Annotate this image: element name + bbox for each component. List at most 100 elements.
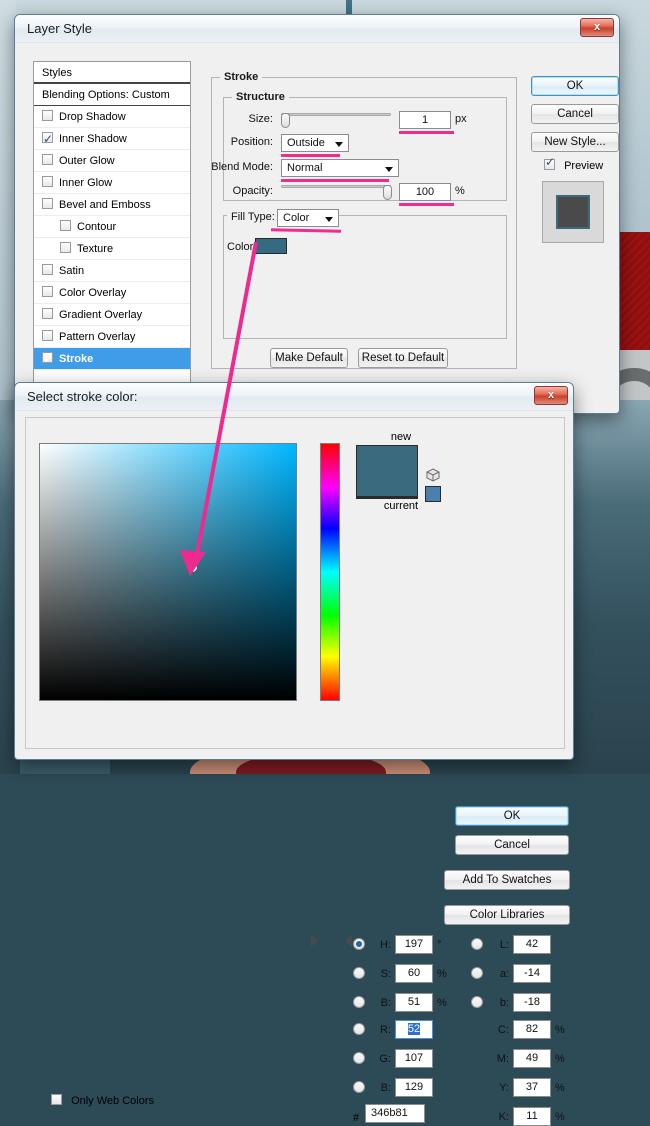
effect-checkbox[interactable]	[42, 352, 53, 363]
effect-label: Bevel and Emboss	[59, 199, 151, 211]
style-effect-row[interactable]: Outer Glow	[34, 150, 190, 172]
color-mode-radio[interactable]	[353, 1081, 365, 1093]
effect-checkbox[interactable]	[42, 176, 53, 187]
color-channel-input[interactable]: -18	[513, 993, 551, 1012]
size-label: Size:	[213, 113, 273, 125]
blend-mode-label: Blend Mode:	[201, 161, 273, 173]
color-channel-input[interactable]: 37	[513, 1078, 551, 1097]
style-effect-row[interactable]: Gradient Overlay	[34, 304, 190, 326]
web-safe-color-swatch[interactable]	[425, 486, 441, 502]
color-mode-radio[interactable]	[471, 938, 483, 950]
style-effect-row[interactable]: Color Overlay	[34, 282, 190, 304]
color-channel-input[interactable]: 107	[395, 1049, 433, 1068]
style-effect-row[interactable]: Pattern Overlay	[34, 326, 190, 348]
preview-swatch	[556, 195, 590, 229]
current-color-swatch[interactable]	[356, 497, 418, 499]
chevron-down-icon	[325, 217, 333, 222]
saturation-value-field[interactable]	[39, 443, 297, 701]
style-effect-row[interactable]: Drop Shadow	[34, 106, 190, 128]
preview-checkbox-row[interactable]: Preview	[544, 159, 603, 172]
color-mode-radio[interactable]	[353, 938, 365, 950]
color-picker-cancel-button[interactable]: Cancel	[455, 835, 569, 855]
color-mode-radio[interactable]	[471, 967, 483, 979]
color-libraries-button[interactable]: Color Libraries	[444, 905, 570, 925]
layer-style-title: Layer Style	[27, 21, 92, 36]
position-select[interactable]: Outside	[281, 134, 349, 152]
opacity-input[interactable]: 100	[399, 183, 451, 201]
color-channel-input[interactable]: 51	[395, 993, 433, 1012]
effect-label: Inner Glow	[59, 177, 112, 189]
effect-checkbox[interactable]	[42, 110, 53, 121]
styles-list[interactable]: Styles Blending Options: Custom Drop Sha…	[33, 61, 191, 391]
style-effect-row[interactable]: Stroke	[34, 348, 190, 370]
stroke-color-swatch[interactable]	[255, 238, 287, 254]
color-channel-input[interactable]: 82	[513, 1020, 551, 1039]
only-web-colors-row[interactable]: Only Web Colors	[51, 1094, 154, 1107]
effect-checkbox[interactable]	[42, 330, 53, 341]
effect-checkbox[interactable]	[42, 286, 53, 297]
style-effect-row[interactable]: Satin	[34, 260, 190, 282]
color-channel-input[interactable]: 11	[513, 1107, 551, 1126]
style-effect-row[interactable]: Bevel and Emboss	[34, 194, 190, 216]
blending-options-row[interactable]: Blending Options: Custom	[34, 84, 190, 106]
opacity-slider-track[interactable]	[281, 185, 391, 188]
opacity-unit: %	[455, 185, 475, 197]
effect-checkbox[interactable]	[42, 132, 53, 143]
effect-checkbox[interactable]	[60, 242, 71, 253]
size-slider-track[interactable]	[281, 113, 391, 116]
reset-to-default-button[interactable]: Reset to Default	[358, 348, 448, 368]
preview-checkbox[interactable]	[544, 159, 555, 170]
only-web-colors-label: Only Web Colors	[71, 1095, 154, 1107]
color-channel-input[interactable]: 52	[395, 1020, 433, 1039]
color-channel-input[interactable]: 42	[513, 935, 551, 954]
out-of-gamut-icon[interactable]	[426, 468, 440, 482]
size-input[interactable]: 1	[399, 111, 451, 129]
color-channel-label: H:	[369, 939, 391, 951]
effect-checkbox[interactable]	[42, 154, 53, 165]
color-mode-radio[interactable]	[353, 996, 365, 1008]
color-mode-radio[interactable]	[353, 1023, 365, 1035]
effect-label: Gradient Overlay	[59, 309, 142, 321]
preview-label: Preview	[564, 160, 603, 172]
make-default-button[interactable]: Make Default	[270, 348, 348, 368]
color-mode-radio[interactable]	[471, 996, 483, 1008]
hue-slider[interactable]	[320, 443, 340, 701]
effect-checkbox[interactable]	[42, 198, 53, 209]
opacity-slider-knob[interactable]	[383, 185, 392, 200]
color-channel-label: a:	[487, 968, 509, 980]
color-channel-input[interactable]: 197	[395, 935, 433, 954]
color-channel-input[interactable]: 49	[513, 1049, 551, 1068]
blend-mode-select[interactable]: Normal	[281, 159, 399, 177]
add-to-swatches-button[interactable]: Add To Swatches	[444, 870, 570, 890]
effect-checkbox[interactable]	[42, 264, 53, 275]
effect-checkbox[interactable]	[60, 220, 71, 231]
color-mode-radio[interactable]	[353, 967, 365, 979]
color-mode-radio[interactable]	[353, 1052, 365, 1064]
new-style-button[interactable]: New Style...	[531, 132, 619, 152]
hex-input[interactable]: 346b81	[365, 1104, 425, 1123]
new-color-label: new	[370, 431, 432, 443]
close-icon[interactable]: x	[534, 386, 568, 405]
style-effect-row[interactable]: Inner Shadow	[34, 128, 190, 150]
style-effect-row[interactable]: Contour	[34, 216, 190, 238]
blend-mode-highlight-underline	[281, 179, 389, 182]
color-picker-ok-button[interactable]: OK	[455, 806, 569, 826]
style-effect-row[interactable]: Texture	[34, 238, 190, 260]
color-channel-input[interactable]: -14	[513, 964, 551, 983]
fill-type-select[interactable]: Color	[277, 209, 339, 227]
color-channel-unit: %	[555, 1053, 569, 1065]
color-channel-input[interactable]: 129	[395, 1078, 433, 1097]
color-field-marker[interactable]	[188, 563, 197, 572]
layer-style-ok-button[interactable]: OK	[531, 76, 619, 96]
color-channel-input[interactable]: 60	[395, 964, 433, 983]
layer-style-cancel-button[interactable]: Cancel	[531, 104, 619, 124]
size-slider-knob[interactable]	[281, 113, 290, 128]
color-channel-label: M:	[487, 1053, 509, 1065]
effect-checkbox[interactable]	[42, 308, 53, 319]
style-effect-row[interactable]: Inner Glow	[34, 172, 190, 194]
effect-label: Outer Glow	[59, 155, 115, 167]
new-color-swatch	[356, 445, 418, 497]
close-icon[interactable]: x	[580, 18, 614, 37]
layer-style-titlebar: Layer Style x	[15, 15, 619, 43]
only-web-colors-checkbox[interactable]	[51, 1094, 62, 1105]
